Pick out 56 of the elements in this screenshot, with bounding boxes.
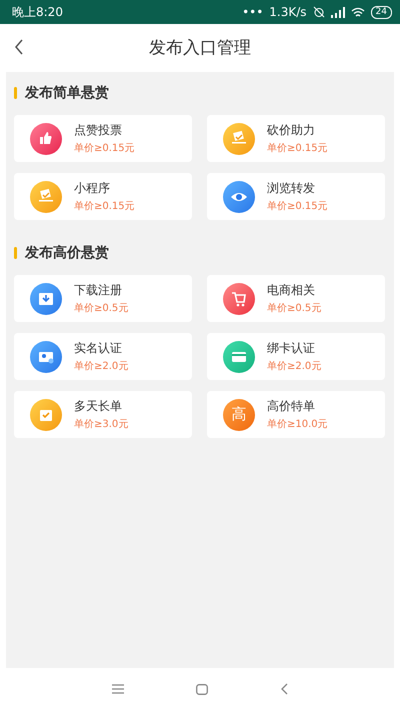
download-icon	[30, 282, 62, 314]
menu-icon[interactable]	[112, 684, 124, 694]
entry-name: 下载注册	[74, 282, 123, 299]
entry-price: 单价≥0.15元	[74, 200, 135, 213]
entry-name: 电商相关	[267, 282, 316, 299]
entry-price: 单价≥0.15元	[74, 142, 135, 155]
bank-card-icon	[223, 340, 255, 372]
entry-name: 高价特单	[267, 398, 316, 415]
entry-card[interactable]: 电商相关 单价≥0.5元	[207, 275, 385, 322]
entry-price: 单价≥2.0元	[74, 360, 128, 373]
entry-price: 单价≥10.0元	[267, 418, 328, 431]
notification-dots: •••	[242, 5, 264, 19]
back-icon[interactable]	[14, 39, 24, 55]
wifi-icon	[350, 6, 365, 18]
entry-name: 绑卡认证	[267, 340, 316, 357]
thumbs-up-icon	[30, 122, 62, 154]
entry-price: 单价≥0.5元	[267, 302, 322, 315]
entry-name: 砍价助力	[267, 122, 316, 139]
entry-card[interactable]: 绑卡认证 单价≥2.0元	[207, 333, 385, 380]
entry-name: 小程序	[74, 180, 111, 197]
signal-icon	[330, 6, 345, 18]
section-title: 发布高价悬赏	[25, 244, 109, 262]
entry-name: 多天长单	[74, 398, 123, 415]
entry-card[interactable]: 点赞投票 单价≥0.15元	[14, 115, 192, 162]
glyph-icon: 高	[223, 398, 255, 430]
entry-card[interactable]: 浏览转发 单价≥0.15元	[207, 173, 385, 220]
entry-card[interactable]: 小程序 单价≥0.15元	[14, 173, 192, 220]
entry-name: 点赞投票	[74, 122, 123, 139]
entry-price: 单价≥0.5元	[74, 302, 128, 315]
entry-price: 单价≥2.0元	[267, 360, 322, 373]
ticket-check-icon	[223, 122, 255, 154]
entry-name: 浏览转发	[267, 180, 316, 197]
status-time: 晚上8:20	[12, 4, 63, 20]
ticket-check-icon	[30, 180, 62, 212]
entry-price: 单价≥0.15元	[267, 142, 328, 155]
home-icon[interactable]	[196, 684, 208, 694]
entry-price: 单价≥0.15元	[267, 200, 328, 213]
entry-card[interactable]: 多天长单 单价≥3.0元	[14, 391, 192, 438]
back-icon[interactable]	[280, 683, 288, 695]
entry-name: 实名认证	[74, 340, 123, 357]
eye-icon	[223, 180, 255, 212]
entry-card[interactable]: 实名认证 单价≥2.0元	[14, 333, 192, 380]
section-marker	[14, 247, 17, 259]
section-marker	[14, 87, 17, 99]
battery-level: 24	[370, 6, 392, 18]
entry-price: 单价≥3.0元	[74, 418, 128, 431]
entry-card[interactable]: 下载注册 单价≥0.5元	[14, 275, 192, 322]
entry-card[interactable]: 砍价助力 单价≥0.15元	[207, 115, 385, 162]
network-speed: 1.3K/s	[269, 5, 307, 19]
section-title: 发布简单悬赏	[25, 84, 109, 102]
page-title: 发布入口管理	[149, 36, 251, 58]
alarm-off-icon	[312, 6, 325, 18]
cart-icon	[223, 282, 255, 314]
calendar-check-icon	[30, 398, 62, 430]
id-card-icon	[30, 340, 62, 372]
entry-card[interactable]: 高 高价特单 单价≥10.0元	[207, 391, 385, 438]
